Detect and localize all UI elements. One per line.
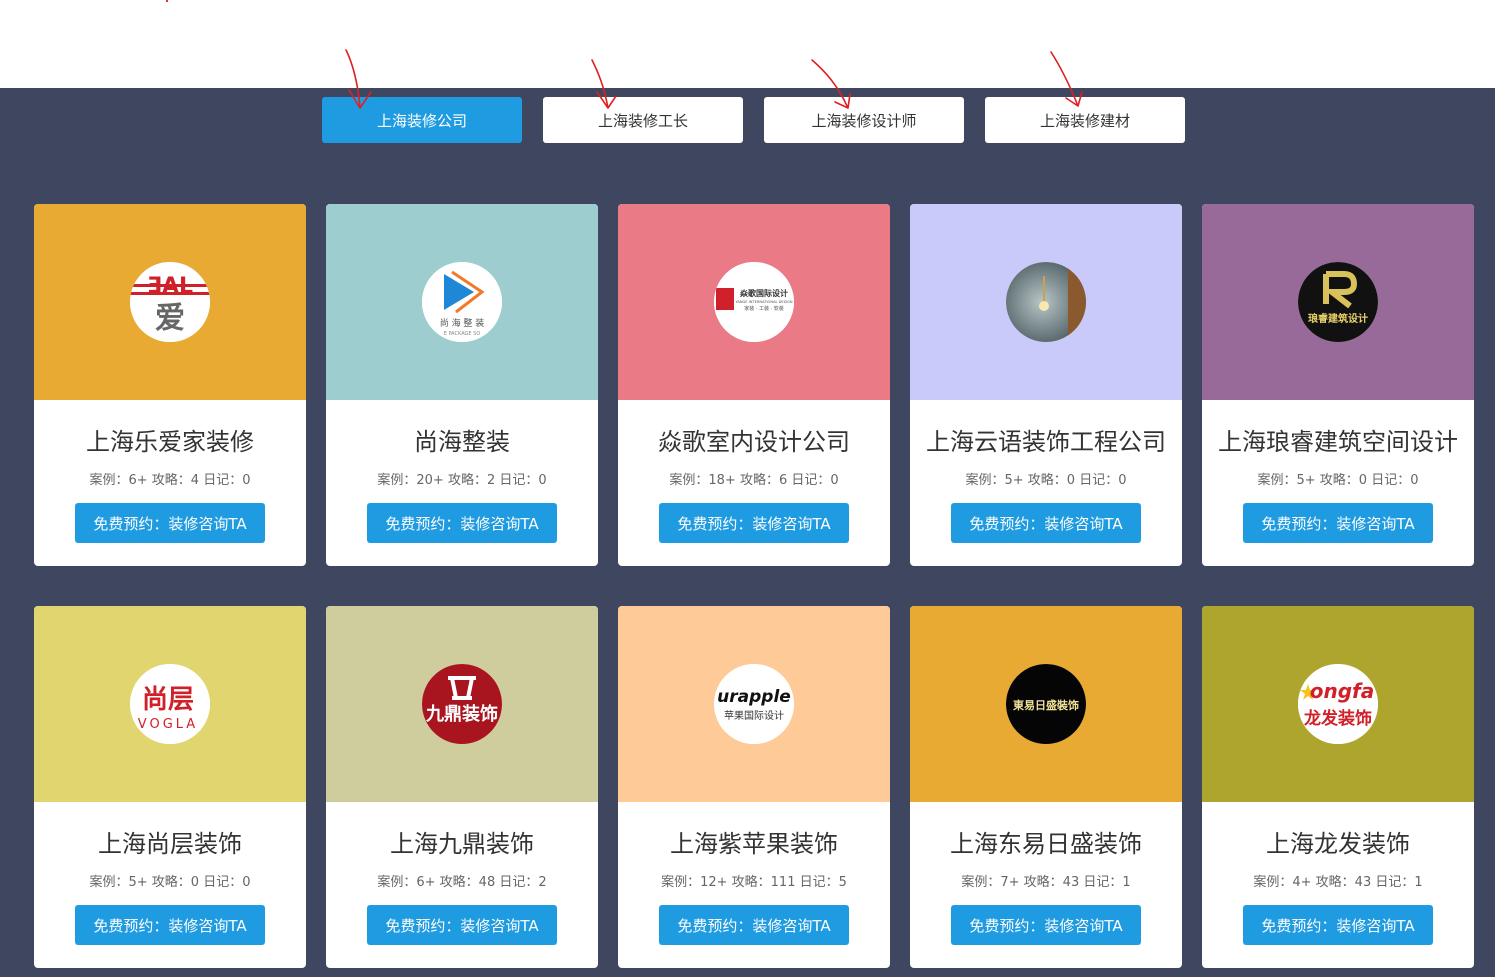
company-logo: ongfa 龙发装饰 bbox=[1298, 664, 1378, 744]
company-logo: 琅睿建筑设计 bbox=[1298, 262, 1378, 342]
company-logo: 九鼎装饰 bbox=[422, 664, 502, 744]
consult-button[interactable]: 免费预约：装修咨询TA bbox=[951, 905, 1141, 945]
consult-button[interactable]: 免费预约：装修咨询TA bbox=[659, 503, 849, 543]
consult-button[interactable]: 免费预约：装修咨询TA bbox=[1243, 905, 1433, 945]
company-stats: 案例：6+ 攻略：48 日记：2 bbox=[377, 875, 547, 890]
svg-text:龙发装饰: 龙发装饰 bbox=[1303, 708, 1372, 729]
svg-text:爱: 爱 bbox=[155, 301, 185, 336]
company-name[interactable]: 上海乐爱家装修 bbox=[34, 422, 306, 457]
svg-text:ƎAL: ƎAL bbox=[147, 274, 193, 299]
company-stats: 案例：18+ 攻略：6 日记：0 bbox=[669, 473, 839, 488]
annotation-dot bbox=[166, 0, 168, 2]
svg-text:苹果国际设计: 苹果国际设计 bbox=[724, 709, 784, 722]
tab-shanghai-foreman[interactable]: 上海装修工长 bbox=[543, 97, 743, 143]
company-name[interactable]: 上海龙发装饰 bbox=[1202, 824, 1474, 859]
company-name[interactable]: 上海紫苹果装饰 bbox=[618, 824, 890, 859]
company-name[interactable]: 焱歌室内设计公司 bbox=[618, 422, 890, 457]
svg-text:尚 海 整 装: 尚 海 整 装 bbox=[440, 317, 485, 329]
company-stats: 案例：4+ 攻略：43 日记：1 bbox=[1253, 875, 1423, 890]
svg-text:尚层: 尚层 bbox=[142, 685, 194, 715]
company-logo: ƎAL 爱 bbox=[130, 262, 210, 342]
svg-text:ongfa: ongfa bbox=[1310, 679, 1375, 703]
svg-text:家装 · 工装 · 软装: 家装 · 工装 · 软装 bbox=[744, 305, 784, 312]
top-white-area bbox=[0, 0, 1495, 88]
company-card: 東易日盛裝饰 上海东易日盛装饰 案例：7+ 攻略：43 日记：1 免费预约：装修… bbox=[910, 606, 1182, 968]
company-logo: 東易日盛裝饰 bbox=[1006, 664, 1086, 744]
svg-text:E PACKAGE SO: E PACKAGE SO bbox=[444, 331, 481, 337]
company-logo: 尚 海 整 装 E PACKAGE SO bbox=[422, 262, 502, 342]
company-logo: 焱歌国际设计 YANGE INTERNATIONAL DESIGN 家装 · 工… bbox=[714, 262, 794, 342]
company-stats: 案例：20+ 攻略：2 日记：0 bbox=[377, 473, 547, 488]
company-card: 尚 海 整 装 E PACKAGE SO 尚海整装 案例：20+ 攻略：2 日记… bbox=[326, 204, 598, 566]
svg-text:焱歌国际设计: 焱歌国际设计 bbox=[739, 288, 788, 298]
consult-button[interactable]: 免费预约：装修咨询TA bbox=[659, 905, 849, 945]
company-card: 琅睿建筑设计 上海琅睿建筑空间设计 案例：5+ 攻略：0 日记：0 免费预约：装… bbox=[1202, 204, 1474, 566]
consult-button[interactable]: 免费预约：装修咨询TA bbox=[367, 503, 557, 543]
consult-button[interactable]: 免费预约：装修咨询TA bbox=[75, 905, 265, 945]
company-name[interactable]: 上海云语装饰工程公司 bbox=[910, 422, 1182, 457]
company-stats: 案例：6+ 攻略：4 日记：0 bbox=[89, 473, 251, 488]
company-card: 九鼎装饰 上海九鼎装饰 案例：6+ 攻略：48 日记：2 免费预约：装修咨询TA bbox=[326, 606, 598, 968]
company-card: 尚层 VOGLA 上海尚层装饰 案例：5+ 攻略：0 日记：0 免费预约：装修咨… bbox=[34, 606, 306, 968]
tab-shanghai-designer[interactable]: 上海装修设计师 bbox=[764, 97, 964, 143]
company-card: ongfa 龙发装饰 上海龙发装饰 案例：4+ 攻略：43 日记：1 免费预约：… bbox=[1202, 606, 1474, 968]
tab-shanghai-materials[interactable]: 上海装修建材 bbox=[985, 97, 1185, 143]
company-name[interactable]: 上海尚层装饰 bbox=[34, 824, 306, 859]
company-card: urapple 苹果国际设计 上海紫苹果装饰 案例：12+ 攻略：111 日记：… bbox=[618, 606, 890, 968]
tab-shanghai-decoration-company[interactable]: 上海装修公司 bbox=[322, 97, 522, 143]
company-stats: 案例：5+ 攻略：0 日记：0 bbox=[965, 473, 1127, 488]
company-name[interactable]: 尚海整装 bbox=[326, 422, 598, 457]
svg-text:琅睿建筑设计: 琅睿建筑设计 bbox=[1308, 312, 1368, 325]
svg-text:YANGE INTERNATIONAL DESIGN: YANGE INTERNATIONAL DESIGN bbox=[735, 300, 792, 304]
company-stats: 案例：5+ 攻略：0 日记：0 bbox=[1257, 473, 1419, 488]
company-card: 上海云语装饰工程公司 案例：5+ 攻略：0 日记：0 免费预约：装修咨询TA bbox=[910, 204, 1182, 566]
company-logo: urapple 苹果国际设计 bbox=[714, 664, 794, 744]
company-name[interactable]: 上海东易日盛装饰 bbox=[910, 824, 1182, 859]
company-card: ƎAL 爱 上海乐爱家装修 案例：6+ 攻略：4 日记：0 免费预约：装修咨询T… bbox=[34, 204, 306, 566]
consult-button[interactable]: 免费预约：装修咨询TA bbox=[367, 905, 557, 945]
company-stats: 案例：7+ 攻略：43 日记：1 bbox=[961, 875, 1131, 890]
consult-button[interactable]: 免费预约：装修咨询TA bbox=[951, 503, 1141, 543]
consult-button[interactable]: 免费预约：装修咨询TA bbox=[1243, 503, 1433, 543]
company-stats: 案例：12+ 攻略：111 日记：5 bbox=[661, 875, 847, 890]
company-name[interactable]: 上海九鼎装饰 bbox=[326, 824, 598, 859]
company-name[interactable]: 上海琅睿建筑空间设计 bbox=[1202, 422, 1474, 457]
svg-text:九鼎装饰: 九鼎装饰 bbox=[425, 703, 498, 725]
company-logo bbox=[1006, 262, 1086, 342]
svg-text:東易日盛裝饰: 東易日盛裝饰 bbox=[1013, 698, 1079, 712]
svg-text:VOGLA: VOGLA bbox=[138, 717, 198, 732]
svg-text:urapple: urapple bbox=[717, 687, 791, 707]
company-logo: 尚层 VOGLA bbox=[130, 664, 210, 744]
company-stats: 案例：5+ 攻略：0 日记：0 bbox=[89, 875, 251, 890]
consult-button[interactable]: 免费预约：装修咨询TA bbox=[75, 503, 265, 543]
company-card: 焱歌国际设计 YANGE INTERNATIONAL DESIGN 家装 · 工… bbox=[618, 204, 890, 566]
